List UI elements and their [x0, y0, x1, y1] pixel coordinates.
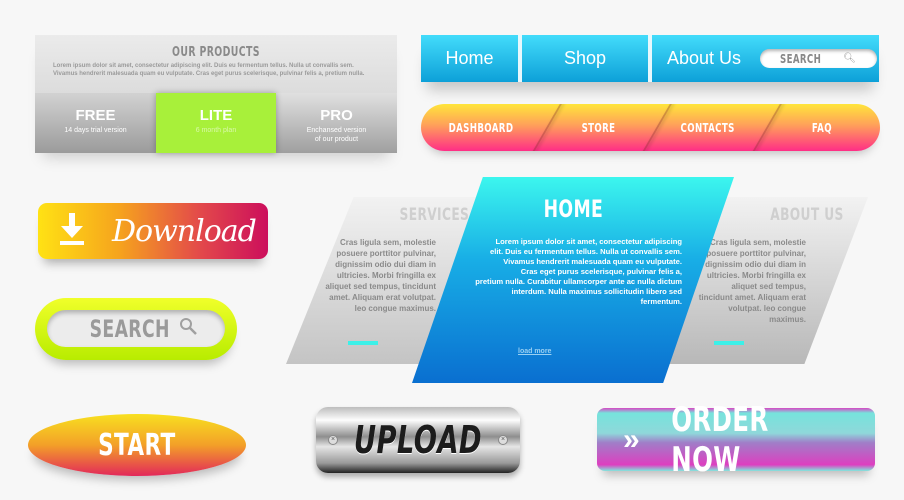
pill-nav-label: DASHBOARD [448, 120, 514, 135]
plan-desc: 14 days trial version [64, 127, 127, 134]
search-icon [178, 316, 198, 342]
tab-indicator [714, 341, 744, 345]
plan-lite[interactable]: LITE 6 month plan [156, 93, 276, 153]
tab-body: Cras ligula sem, molestie posuere portti… [325, 238, 436, 313]
nav-search-input[interactable]: SEARCH 🔍︎ [760, 49, 877, 68]
pill-navbar: DASHBOARD STORE CONTACTS FAQ [421, 104, 880, 151]
search-button-field[interactable]: SEARCH [47, 310, 225, 347]
plan-free[interactable]: FREE 14 days trial version [35, 93, 156, 153]
nav-shop[interactable]: Shop [522, 35, 652, 82]
nav-home[interactable]: Home [421, 35, 522, 82]
tab-title: HOME [543, 195, 603, 223]
plan-desc: 6 month plan [195, 127, 237, 134]
search-label: SEARCH [89, 314, 171, 343]
screw-icon: × [498, 435, 508, 445]
pill-nav-faq[interactable]: FAQ [763, 104, 880, 151]
search-placeholder: SEARCH [780, 51, 822, 66]
order-label: ORDER NOW [670, 399, 769, 480]
start-label: START [98, 427, 176, 463]
products-description: Lorem ipsum dolor sit amet, consectetur … [53, 63, 365, 77]
upload-label: UPLOAD [353, 418, 483, 462]
plan-name: FREE [75, 107, 116, 124]
plan-name: PRO [320, 107, 353, 124]
order-now-button[interactable]: » ORDER NOW [597, 400, 875, 480]
products-header: OUR PRODUCTS Lorem ipsum dolor sit amet,… [35, 35, 397, 93]
pill-nav-label: CONTACTS [680, 120, 736, 135]
double-chevron-right-icon: » [623, 422, 640, 456]
nav-about-us[interactable]: About Us [652, 35, 756, 82]
pill-nav-store[interactable]: STORE [541, 104, 656, 151]
start-button[interactable]: START [28, 414, 246, 476]
load-more-link[interactable]: load more [518, 348, 551, 355]
screw-icon: × [328, 435, 338, 445]
tab-paragraph: Lorem ipsum dolor sit amet, consectetur … [489, 237, 682, 266]
tab-body: Lorem ipsum dolor sit amet, consectetur … [472, 237, 682, 307]
tab-indicator [348, 341, 378, 345]
tab-title: SERVICES [399, 205, 470, 225]
tab-body: Cras ligula sem, molestie posuere portti… [698, 238, 806, 324]
download-label: Download [112, 213, 257, 249]
pill-nav-label: FAQ [811, 120, 832, 135]
tab-paragraph: Cras eget purus scelerisque, pulvinar fe… [475, 267, 682, 306]
pill-nav-contacts[interactable]: CONTACTS [653, 104, 763, 151]
pill-nav-dashboard[interactable]: DASHBOARD [421, 104, 541, 151]
products-title: OUR PRODUCTS [172, 45, 260, 60]
download-button[interactable]: Download [38, 203, 268, 259]
search-icon[interactable]: 🔍︎ [843, 53, 856, 64]
top-navbar: Home Shop About Us SEARCH 🔍︎ [421, 35, 879, 82]
search-button[interactable]: SEARCH [35, 298, 237, 360]
plan-desc: Enchansed version of our product [306, 127, 367, 143]
products-card: OUR PRODUCTS Lorem ipsum dolor sit amet,… [35, 35, 397, 153]
plan-pro[interactable]: PRO Enchansed version of our product [276, 93, 397, 153]
pill-nav-label: STORE [581, 120, 616, 135]
upload-button[interactable]: × UPLOAD × [316, 407, 520, 473]
tab-title: ABOUT US [770, 205, 844, 225]
plan-name: LITE [199, 107, 233, 124]
download-arrow-icon [58, 211, 88, 252]
